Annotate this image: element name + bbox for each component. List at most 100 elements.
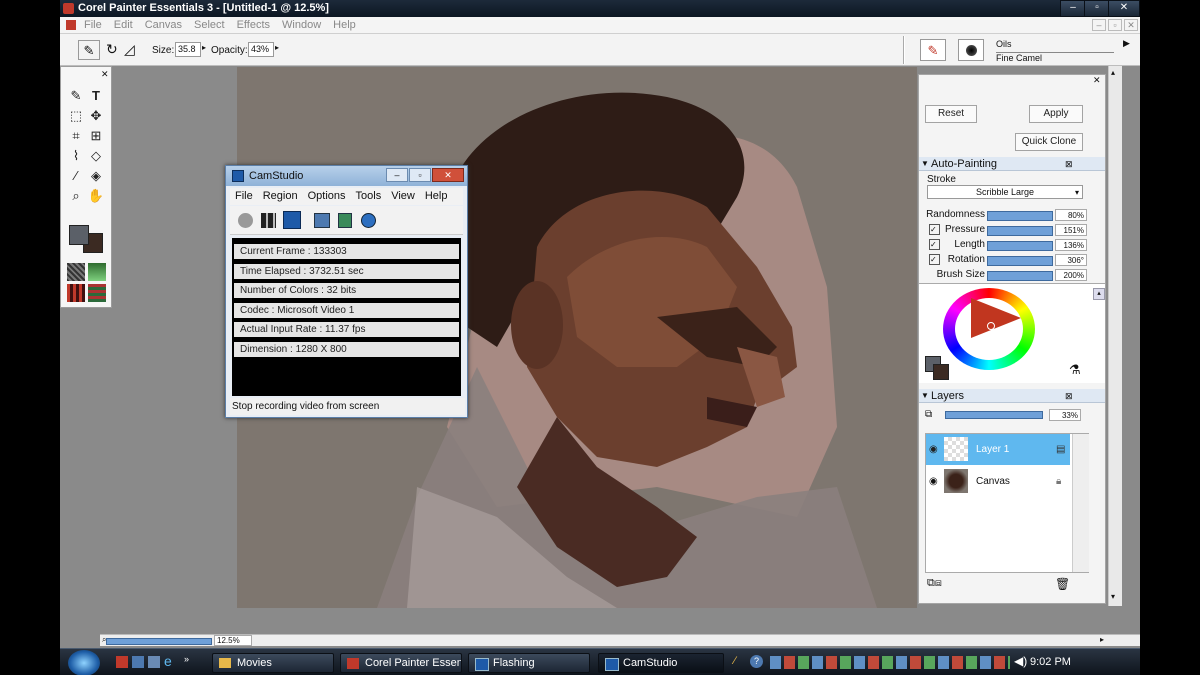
maximize-button[interactable]: ▫: [1084, 0, 1110, 17]
main-color-swatch[interactable]: [69, 225, 89, 245]
menu-file[interactable]: File: [78, 17, 108, 33]
weaving-icon[interactable]: [88, 284, 106, 302]
slider-track[interactable]: [987, 241, 1053, 251]
start-button[interactable]: [68, 650, 100, 675]
paint-bucket-icon[interactable]: ◈: [87, 167, 105, 185]
slider-randomness[interactable]: Randomness 80%: [925, 209, 1099, 222]
right-scrollbar[interactable]: ▴ ▾: [1108, 66, 1122, 606]
auto-painting-header[interactable]: ▼ Auto-Painting ⊠: [919, 157, 1105, 171]
brush-menu-arrow-icon[interactable]: ▶: [1123, 38, 1130, 49]
layer-tools-icon[interactable]: ⧉⧈: [927, 577, 942, 590]
menu-canvas[interactable]: Canvas: [139, 17, 188, 33]
brush-ghost-icon[interactable]: ◿: [124, 41, 135, 58]
brush-category-label[interactable]: Oils: [996, 39, 1012, 49]
tray-icons-strip[interactable]: [770, 656, 1010, 669]
cam-menu-options[interactable]: Options: [303, 188, 351, 204]
minimize-button[interactable]: –: [1060, 0, 1086, 17]
task-flashing[interactable]: Flashing: [468, 653, 590, 673]
brush-category-icon[interactable]: ✎: [920, 39, 946, 61]
eye-icon[interactable]: ◉: [929, 434, 938, 465]
slider-value[interactable]: 151%: [1055, 224, 1087, 236]
layer-opacity-value[interactable]: 33%: [1049, 409, 1081, 421]
show-desktop-icon[interactable]: [132, 656, 144, 668]
brush-tool-icon[interactable]: ✎: [78, 40, 100, 60]
swf-icon[interactable]: [361, 213, 376, 228]
color-picker-indicator[interactable]: [987, 322, 995, 330]
apply-button[interactable]: Apply: [1029, 105, 1083, 123]
opacity-field[interactable]: 43%: [248, 42, 274, 57]
slider-track[interactable]: [987, 256, 1053, 266]
slider-value[interactable]: 306°: [1055, 254, 1087, 266]
menu-help[interactable]: Help: [327, 17, 362, 33]
gradient-icon[interactable]: [88, 263, 106, 281]
size-stepper[interactable]: ▸: [202, 43, 206, 52]
close-button[interactable]: ✕: [1108, 0, 1140, 17]
brush-icon[interactable]: ✎: [67, 87, 85, 105]
zoom-slider[interactable]: [106, 638, 212, 645]
slider-length[interactable]: ✓ Length 136%: [925, 239, 1099, 252]
panel-scroll-up-icon[interactable]: ▴: [1093, 288, 1105, 300]
pen-tray-icon[interactable]: ∕: [734, 655, 736, 667]
slider-track[interactable]: [987, 211, 1053, 221]
stroke-select[interactable]: Scribble Large ▾: [927, 185, 1083, 199]
layers-header[interactable]: ▼ Layers ⊠: [919, 389, 1105, 403]
clone-stamp-icon[interactable]: ⚗: [1069, 362, 1081, 378]
section-close-icon[interactable]: ⊠: [1065, 157, 1073, 171]
stop-icon[interactable]: [283, 211, 301, 229]
toolbox-close-icon[interactable]: ✕: [101, 69, 109, 80]
paper-texture-icon[interactable]: [67, 263, 85, 281]
doc-minimize-button[interactable]: –: [1092, 19, 1106, 31]
scroll-down-icon[interactable]: ▾: [1111, 592, 1115, 601]
layers-close-icon[interactable]: ⊠: [1065, 389, 1073, 403]
crop-icon[interactable]: ⌗: [67, 127, 85, 145]
task-movies[interactable]: Movies: [212, 653, 334, 673]
layers-scrollbar[interactable]: [1072, 434, 1089, 572]
secondary-color-mini[interactable]: [933, 364, 949, 380]
quick-clone-button[interactable]: Quick Clone: [1015, 133, 1083, 151]
slider-value[interactable]: 136%: [1055, 239, 1087, 251]
lock-icon[interactable]: 🔒︎: [1056, 466, 1061, 497]
doc-restore-button[interactable]: ▫: [1108, 19, 1122, 31]
slider-brush-size[interactable]: Brush Size 200%: [925, 269, 1099, 282]
cam-menu-help[interactable]: Help: [420, 188, 453, 204]
switch-windows-icon[interactable]: [148, 656, 160, 668]
task-corel-painter[interactable]: Corel Painter Essen...: [340, 653, 462, 673]
transform-icon[interactable]: ⊞: [87, 127, 105, 145]
clock[interactable]: 9:02 PM: [1030, 656, 1071, 668]
slider-track[interactable]: [987, 271, 1053, 281]
scroll-up-icon[interactable]: ▴: [1111, 68, 1115, 77]
move-icon[interactable]: ✥: [87, 107, 105, 125]
rect-select-icon[interactable]: ⬚: [67, 107, 85, 125]
eraser-icon[interactable]: ◇: [87, 147, 105, 165]
help-tray-icon[interactable]: ?: [750, 655, 763, 668]
region-icon[interactable]: [314, 213, 330, 228]
camstudio-maximize-button[interactable]: ▫: [409, 168, 431, 182]
reset-button[interactable]: Reset: [925, 105, 977, 123]
zoom-value[interactable]: 12.5%: [214, 635, 252, 646]
ie-icon[interactable]: e: [164, 653, 172, 669]
menu-window[interactable]: Window: [276, 17, 327, 33]
quicklaunch-icon[interactable]: [116, 656, 128, 668]
cam-menu-region[interactable]: Region: [258, 188, 303, 204]
cam-menu-view[interactable]: View: [386, 188, 420, 204]
layer-opacity-slider[interactable]: [945, 411, 1043, 419]
camstudio-close-button[interactable]: ✕: [432, 168, 464, 182]
volume-icon[interactable]: ◀): [1014, 654, 1027, 668]
more-icon[interactable]: »: [184, 654, 189, 664]
menu-effects[interactable]: Effects: [231, 17, 276, 33]
layer-row-canvas[interactable]: ◉ Canvas 🔒︎: [926, 466, 1070, 497]
menu-select[interactable]: Select: [188, 17, 231, 33]
slider-value[interactable]: 200%: [1055, 269, 1087, 281]
task-camstudio[interactable]: CamStudio: [598, 653, 724, 673]
layer-row-layer-1[interactable]: ◉ Layer 1 ▤: [926, 434, 1070, 465]
scroll-right-icon[interactable]: ▸: [1100, 635, 1104, 644]
eye-icon[interactable]: ◉: [929, 466, 938, 497]
text-icon[interactable]: T: [87, 87, 105, 105]
dropper-icon[interactable]: ⌇: [67, 147, 85, 165]
slider-value[interactable]: 80%: [1055, 209, 1087, 221]
pattern-icon[interactable]: [67, 284, 85, 302]
cam-menu-tools[interactable]: Tools: [351, 188, 387, 204]
doc-close-button[interactable]: ✕: [1124, 19, 1138, 31]
composite-icon[interactable]: ⧉: [925, 409, 932, 420]
checkbox-icon[interactable]: ✓: [929, 254, 940, 265]
